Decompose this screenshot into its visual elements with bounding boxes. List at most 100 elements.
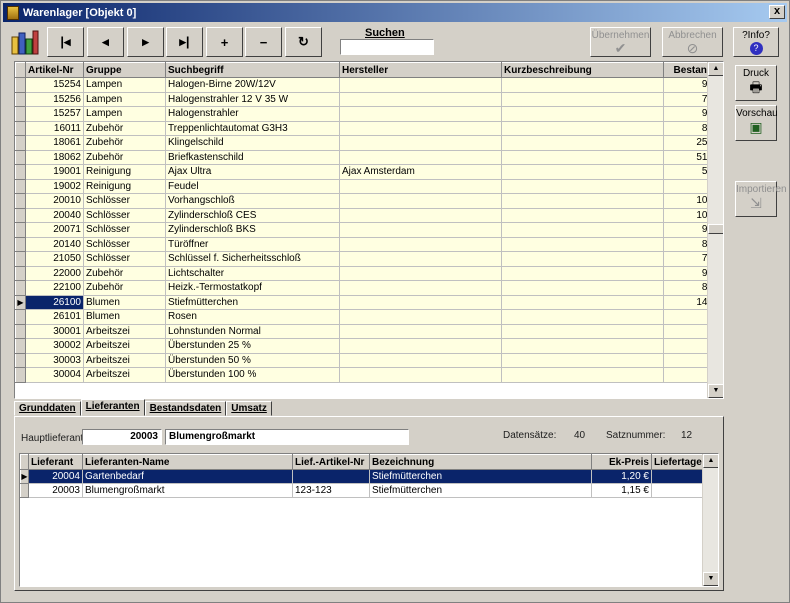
cell-artikel-nr[interactable]: 22100 xyxy=(25,280,84,296)
cell-suchbegriff[interactable]: Ajax Ultra xyxy=(165,164,340,180)
table-row[interactable]: 20071SchlösserZylinderschloß BKS95 xyxy=(15,222,716,238)
row-indicator[interactable] xyxy=(15,135,26,151)
cell-hersteller[interactable] xyxy=(339,251,502,267)
cell-hersteller[interactable] xyxy=(339,353,502,368)
cell-bezeichnung[interactable]: Stiefmütterchen xyxy=(369,469,592,484)
row-indicator[interactable] xyxy=(15,120,26,136)
cell-artikel-nr[interactable]: 18062 xyxy=(25,150,84,165)
table-row[interactable]: 30004ArbeitszeiÜberstunden 100 %0 xyxy=(15,367,716,383)
cell-hersteller[interactable] xyxy=(339,324,502,339)
cell-kurzbeschreibung[interactable] xyxy=(501,106,664,122)
cell-gruppe[interactable]: Arbeitszei xyxy=(83,353,166,368)
table-row[interactable]: 18062 Zubehör Briefkastenschild 514 xyxy=(15,149,716,165)
cell-lieferant[interactable]: 20003 xyxy=(28,483,83,498)
search-input[interactable] xyxy=(340,39,434,55)
cell-artikel-nr[interactable]: 20071 xyxy=(25,222,84,238)
row-indicator[interactable] xyxy=(15,193,26,209)
col-header-liefertage[interactable]: Liefertage xyxy=(651,454,705,470)
table-row[interactable]: 30001ArbeitszeiLohnstunden Normal0 xyxy=(15,323,716,339)
col-header-bezeichnung[interactable]: Bezeichnung xyxy=(369,454,592,470)
cell-artikel-nr[interactable]: 15254 xyxy=(25,77,84,93)
cell-gruppe[interactable]: Arbeitszei xyxy=(83,324,166,339)
prev-record-button[interactable]: ◂ xyxy=(87,27,124,57)
cell-suchbegriff[interactable]: Stiefmütterchen xyxy=(165,295,340,310)
table-row[interactable]: 16011ZubehörTreppenlichtautomat G3H382 xyxy=(15,120,716,136)
cell-gruppe[interactable]: Lampen xyxy=(83,77,166,93)
grid-scrollbar[interactable]: ▲ ▼ xyxy=(707,62,723,398)
articles-grid[interactable]: Artikel-Nr Gruppe Suchbegriff Hersteller… xyxy=(14,61,724,399)
cell-kurzbeschreibung[interactable] xyxy=(501,324,664,339)
cell-kurzbeschreibung[interactable] xyxy=(501,193,664,209)
cell-suchbegriff[interactable]: Zylinderschloß CES xyxy=(165,208,340,223)
cancel-button[interactable]: Abbrechen ⊘ xyxy=(662,27,723,57)
cell-ek-preis[interactable]: 1,15 € xyxy=(591,483,652,498)
cell-hersteller[interactable] xyxy=(339,77,502,93)
cell-gruppe[interactable]: Zubehör xyxy=(83,121,166,136)
table-row[interactable]: 18061 Zubehör Klingelschild 250 xyxy=(15,135,716,151)
scroll-up-arrow-icon[interactable]: ▲ xyxy=(708,62,723,76)
cell-gruppe[interactable]: Schlösser xyxy=(83,222,166,238)
cell-gruppe[interactable]: Schlösser xyxy=(83,193,166,209)
cell-artikel-nr[interactable]: 26100 xyxy=(25,295,84,310)
scroll-up-arrow-icon[interactable]: ▲ xyxy=(703,454,718,468)
tab-bestandsdaten[interactable]: Bestandsdaten xyxy=(144,401,227,416)
row-indicator[interactable]: ▶ xyxy=(20,469,29,484)
cell-kurzbeschreibung[interactable] xyxy=(501,179,664,194)
cell-hersteller[interactable] xyxy=(339,208,502,223)
cell-hersteller[interactable] xyxy=(339,121,502,136)
cell-hersteller[interactable] xyxy=(339,367,502,383)
cell-gruppe[interactable]: Schlösser xyxy=(83,251,166,267)
row-indicator[interactable] xyxy=(15,91,26,107)
hauptlieferant-name-field[interactable]: Blumengroßmarkt xyxy=(165,429,409,445)
cell-suchbegriff[interactable]: Halogenstrahler 12 V 35 W xyxy=(165,92,340,107)
row-indicator[interactable]: ▶ xyxy=(15,294,26,310)
col-header-kurzbeschreibung[interactable]: Kurzbeschreibung xyxy=(501,62,664,78)
cell-suchbegriff[interactable]: Halogenstrahler xyxy=(165,106,340,122)
cell-suchbegriff[interactable]: Heizk.-Termostatkopf xyxy=(165,280,340,296)
preview-button[interactable]: Vorschau ▣ xyxy=(735,105,778,141)
cell-suchbegriff[interactable]: Klingelschild xyxy=(165,135,340,151)
cell-hersteller[interactable] xyxy=(339,266,502,281)
row-indicator[interactable] xyxy=(15,149,26,165)
cell-artikel-nr[interactable]: 20140 xyxy=(25,237,84,252)
row-indicator[interactable] xyxy=(15,280,26,296)
cell-kurzbeschreibung[interactable] xyxy=(501,295,664,310)
cell-artikel-nr[interactable]: 15256 xyxy=(25,92,84,107)
cell-ek-preis[interactable]: 1,20 € xyxy=(591,469,652,484)
cell-hersteller[interactable] xyxy=(339,280,502,296)
table-row[interactable]: 21050 Schlösser Schlüssel f. Sicherheitssc… xyxy=(15,251,716,267)
cell-kurzbeschreibung[interactable] xyxy=(501,92,664,107)
table-row[interactable]: ▶ 26100 Blumen Stiefmütterchen 146 xyxy=(15,294,716,310)
cell-suchbegriff[interactable]: Lohnstunden Normal xyxy=(165,324,340,339)
cell-hersteller[interactable] xyxy=(339,106,502,122)
cell-kurzbeschreibung[interactable] xyxy=(501,309,664,325)
cell-gruppe[interactable]: Lampen xyxy=(83,106,166,122)
cell-artikel-nr[interactable]: 30003 xyxy=(25,353,84,368)
cell-kurzbeschreibung[interactable] xyxy=(501,208,664,223)
first-record-button[interactable]: |◂ xyxy=(47,27,84,57)
table-row[interactable]: 15256LampenHalogenstrahler 12 V 35 W75 xyxy=(15,91,716,107)
import-button[interactable]: Importieren ⇲ xyxy=(735,181,787,217)
cell-artikel-nr[interactable]: 20010 xyxy=(25,193,84,209)
cell-suchbegriff[interactable]: Vorhangschloß xyxy=(165,193,340,209)
row-indicator[interactable] xyxy=(20,483,29,498)
row-indicator[interactable] xyxy=(15,236,26,252)
cell-kurzbeschreibung[interactable] xyxy=(501,266,664,281)
cell-gruppe[interactable]: Zubehör xyxy=(83,135,166,151)
cell-artikel-nr[interactable]: 30001 xyxy=(25,324,84,339)
cell-hersteller[interactable] xyxy=(339,295,502,310)
cell-kurzbeschreibung[interactable] xyxy=(501,222,664,238)
cell-lief-artikel-nr[interactable]: 123-123 xyxy=(292,483,370,498)
print-button[interactable]: Druck 🖶 xyxy=(735,65,777,101)
table-row[interactable]: 26101BlumenRosen0 xyxy=(15,309,716,325)
col-header-lieferant[interactable]: Lieferant xyxy=(28,454,83,470)
tab-umsatz[interactable]: Umsatz xyxy=(226,401,272,416)
last-record-button[interactable]: ▸| xyxy=(166,27,203,57)
row-indicator[interactable] xyxy=(15,251,26,267)
cell-suchbegriff[interactable]: Überstunden 25 % xyxy=(165,338,340,354)
cell-hersteller[interactable] xyxy=(339,237,502,252)
table-row[interactable]: 19001ReinigungAjax UltraAjax Amsterdam58 xyxy=(15,164,716,180)
cell-hersteller[interactable] xyxy=(339,150,502,165)
cell-gruppe[interactable]: Arbeitszei xyxy=(83,367,166,383)
row-indicator[interactable] xyxy=(15,178,26,194)
